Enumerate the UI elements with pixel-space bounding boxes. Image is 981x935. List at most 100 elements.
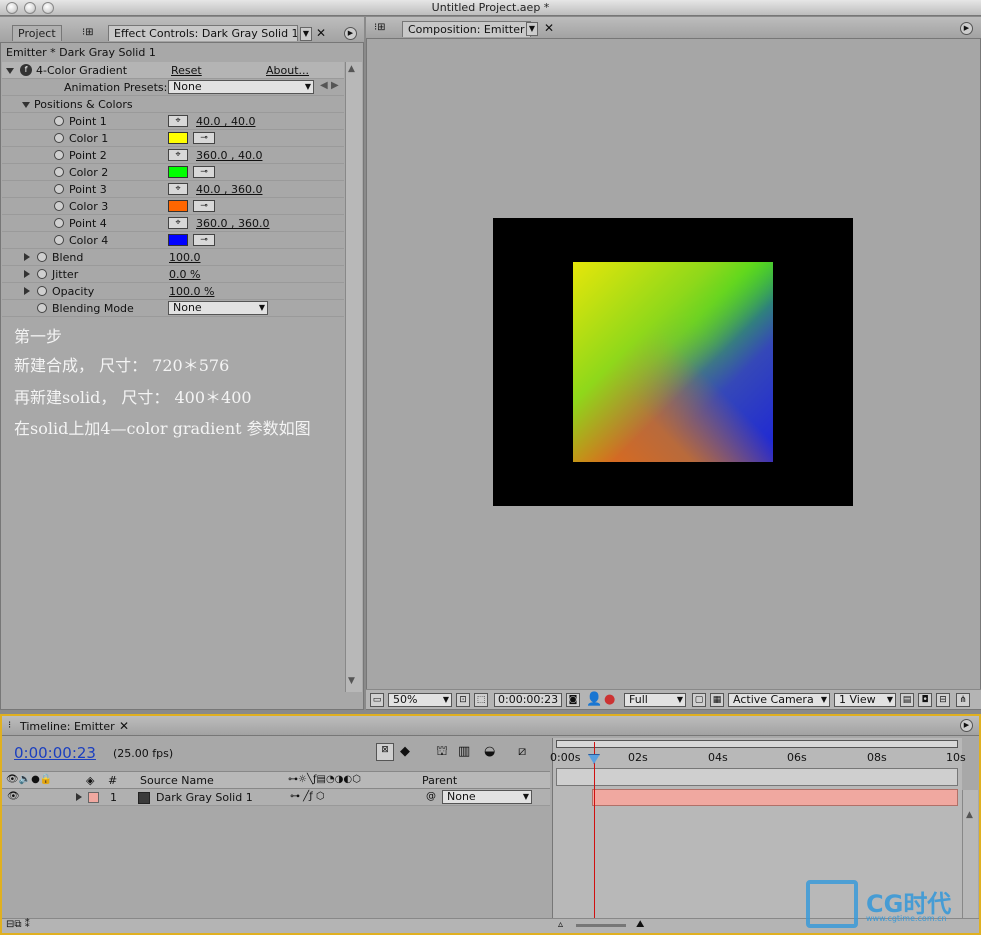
label-color-swatch[interactable] <box>88 792 99 803</box>
timeline-scrollbar[interactable]: ▲ <box>962 790 978 920</box>
frame-blending-icon[interactable]: ◒ <box>484 744 495 759</box>
effect-controls-scrollbar[interactable]: ▲ ▼ <box>345 62 362 692</box>
fx-toggle-icon[interactable]: f <box>20 64 32 76</box>
stopwatch-icon[interactable] <box>54 201 64 211</box>
color-swatch[interactable] <box>168 166 188 178</box>
flowchart-icon[interactable]: ⋔ <box>956 693 970 707</box>
playhead-line[interactable] <box>594 742 595 918</box>
zoom-out-icon[interactable]: ▵ <box>558 919 563 930</box>
panel-menu-icon[interactable]: ▶ <box>960 22 973 35</box>
view-layout-dropdown[interactable]: 1 View <box>834 693 896 707</box>
motion-blur-icon[interactable]: ⧄ <box>518 744 526 759</box>
eyedropper-icon[interactable]: ⊸ <box>193 166 215 178</box>
param-value[interactable]: 40.0 , 40.0 <box>196 115 255 128</box>
stopwatch-icon[interactable] <box>54 133 64 143</box>
show-snapshot-icon[interactable]: 👤 <box>586 692 602 707</box>
fast-previews-icon[interactable]: ◘ <box>918 693 932 707</box>
av-features-header-icon[interactable]: 👁🔊●🔒 <box>6 774 52 785</box>
param-value[interactable]: 100.0 % <box>169 285 214 298</box>
color-swatch[interactable] <box>168 200 188 212</box>
gradient-solid-layer[interactable] <box>573 262 773 462</box>
channels-icon[interactable]: ● <box>604 692 615 707</box>
panel-menu-icon[interactable]: ▶ <box>960 719 973 732</box>
point-crosshair-icon[interactable]: ⌖ <box>168 149 188 161</box>
layer-duration-bar[interactable] <box>592 789 958 806</box>
eyedropper-icon[interactable]: ⊸ <box>193 132 215 144</box>
tab-menu-chevron-icon[interactable]: ▼ <box>300 27 312 41</box>
blending-mode-dropdown[interactable]: None <box>168 301 268 315</box>
param-value[interactable]: 40.0 , 360.0 <box>196 183 262 196</box>
panel-grip-icon[interactable]: ⁝⊞ <box>82 27 94 38</box>
panel-grip-icon[interactable]: ⁝⊞ <box>374 22 386 33</box>
expand-layer-icon[interactable] <box>76 793 82 801</box>
tab-composition[interactable]: Composition: Emitter <box>402 21 531 37</box>
stopwatch-icon[interactable] <box>54 150 64 160</box>
panel-grip-icon[interactable]: ⁝ <box>8 720 11 731</box>
point-crosshair-icon[interactable]: ⌖ <box>168 217 188 229</box>
transparency-grid-icon[interactable]: ▦ <box>710 693 724 707</box>
tab-project[interactable]: Project <box>12 25 62 41</box>
preset-next-icon[interactable]: ▶ <box>331 80 339 91</box>
param-value[interactable]: 100.0 <box>169 251 201 264</box>
toggle-pixel-aspect-icon[interactable]: ▤ <box>900 693 914 707</box>
stopwatch-icon[interactable] <box>37 286 47 296</box>
stopwatch-icon[interactable] <box>37 252 47 262</box>
layer-switches-icon[interactable]: ⊶ ╱ƒ ⬡ <box>290 791 325 802</box>
timeline-zoom-slider[interactable] <box>576 924 626 927</box>
point-crosshair-icon[interactable]: ⌖ <box>168 183 188 195</box>
stopwatch-icon[interactable] <box>54 167 64 177</box>
animation-presets-dropdown[interactable]: None <box>168 80 314 94</box>
stopwatch-icon[interactable] <box>54 116 64 126</box>
panel-menu-icon[interactable]: ▶ <box>344 27 357 40</box>
toggle-switches-icon[interactable]: ⊟⧉ ⁑ <box>6 919 30 930</box>
video-eye-icon[interactable]: 👁 <box>7 791 20 802</box>
snapshot-camera-icon[interactable]: ◙ <box>566 693 580 707</box>
expand-group-icon[interactable] <box>22 102 30 108</box>
draft-3d-icon[interactable]: ⛫ <box>436 744 448 761</box>
header-source-name[interactable]: Source Name <box>140 774 214 787</box>
expand-effect-icon[interactable] <box>6 68 14 74</box>
expand-opacity-icon[interactable] <box>24 287 30 295</box>
layer-name[interactable]: Dark Gray Solid 1 <box>156 791 253 804</box>
eyedropper-icon[interactable]: ⊸ <box>193 200 215 212</box>
param-value[interactable]: 360.0 , 360.0 <box>196 217 269 230</box>
color-swatch[interactable] <box>168 132 188 144</box>
resolution-dropdown[interactable]: Full <box>624 693 686 707</box>
stopwatch-icon[interactable] <box>37 303 47 313</box>
close-tab-icon[interactable]: ✕ <box>544 21 554 35</box>
scroll-up-icon[interactable]: ▲ <box>348 64 355 74</box>
comp-mini-flowchart-icon[interactable]: ⊠ <box>376 743 394 761</box>
stopwatch-icon[interactable] <box>54 235 64 245</box>
parent-pickwhip-icon[interactable]: @ <box>426 791 436 802</box>
param-value[interactable]: 360.0 , 40.0 <box>196 149 262 162</box>
stopwatch-icon[interactable] <box>54 218 64 228</box>
stopwatch-icon[interactable] <box>54 184 64 194</box>
zoom-in-icon[interactable]: ⛰ <box>636 919 644 930</box>
comp-timecode[interactable]: 0:00:00:23 <box>494 693 563 707</box>
always-preview-icon[interactable]: ▭ <box>370 693 384 707</box>
reset-link[interactable]: Reset <box>171 64 202 77</box>
tab-timeline[interactable]: Timeline: Emitter <box>20 720 115 733</box>
region-of-interest-icon[interactable]: ▢ <box>692 693 706 707</box>
eyedropper-icon[interactable]: ⊸ <box>193 234 215 246</box>
expand-jitter-icon[interactable] <box>24 270 30 278</box>
layer-row[interactable]: 👁 1 Dark Gray Solid 1 ⊶ ╱ƒ ⬡ @ None <box>2 789 550 806</box>
point-crosshair-icon[interactable]: ⌖ <box>168 115 188 127</box>
scroll-up-icon[interactable]: ▲ <box>966 810 973 820</box>
preset-prev-icon[interactable]: ◀ <box>320 80 328 91</box>
label-header-icon[interactable]: ◈ <box>86 774 94 787</box>
close-tab-icon[interactable]: ✕ <box>119 719 129 733</box>
mask-visibility-icon[interactable]: ⬚ <box>474 693 488 707</box>
scroll-down-icon[interactable]: ▼ <box>348 676 355 686</box>
safe-zones-icon[interactable]: ⊡ <box>456 693 470 707</box>
color-swatch[interactable] <box>168 234 188 246</box>
close-tab-icon[interactable]: ✕ <box>316 26 326 40</box>
timeline-icon[interactable]: ⊟ <box>936 693 950 707</box>
stopwatch-icon[interactable] <box>37 269 47 279</box>
hide-shy-layers-icon[interactable]: ▥ <box>458 744 470 759</box>
time-navigator[interactable] <box>556 768 958 786</box>
parent-dropdown[interactable]: None <box>442 790 532 804</box>
about-link[interactable]: About... <box>266 64 309 77</box>
work-area-bar[interactable] <box>556 740 958 748</box>
param-value[interactable]: 0.0 % <box>169 268 200 281</box>
